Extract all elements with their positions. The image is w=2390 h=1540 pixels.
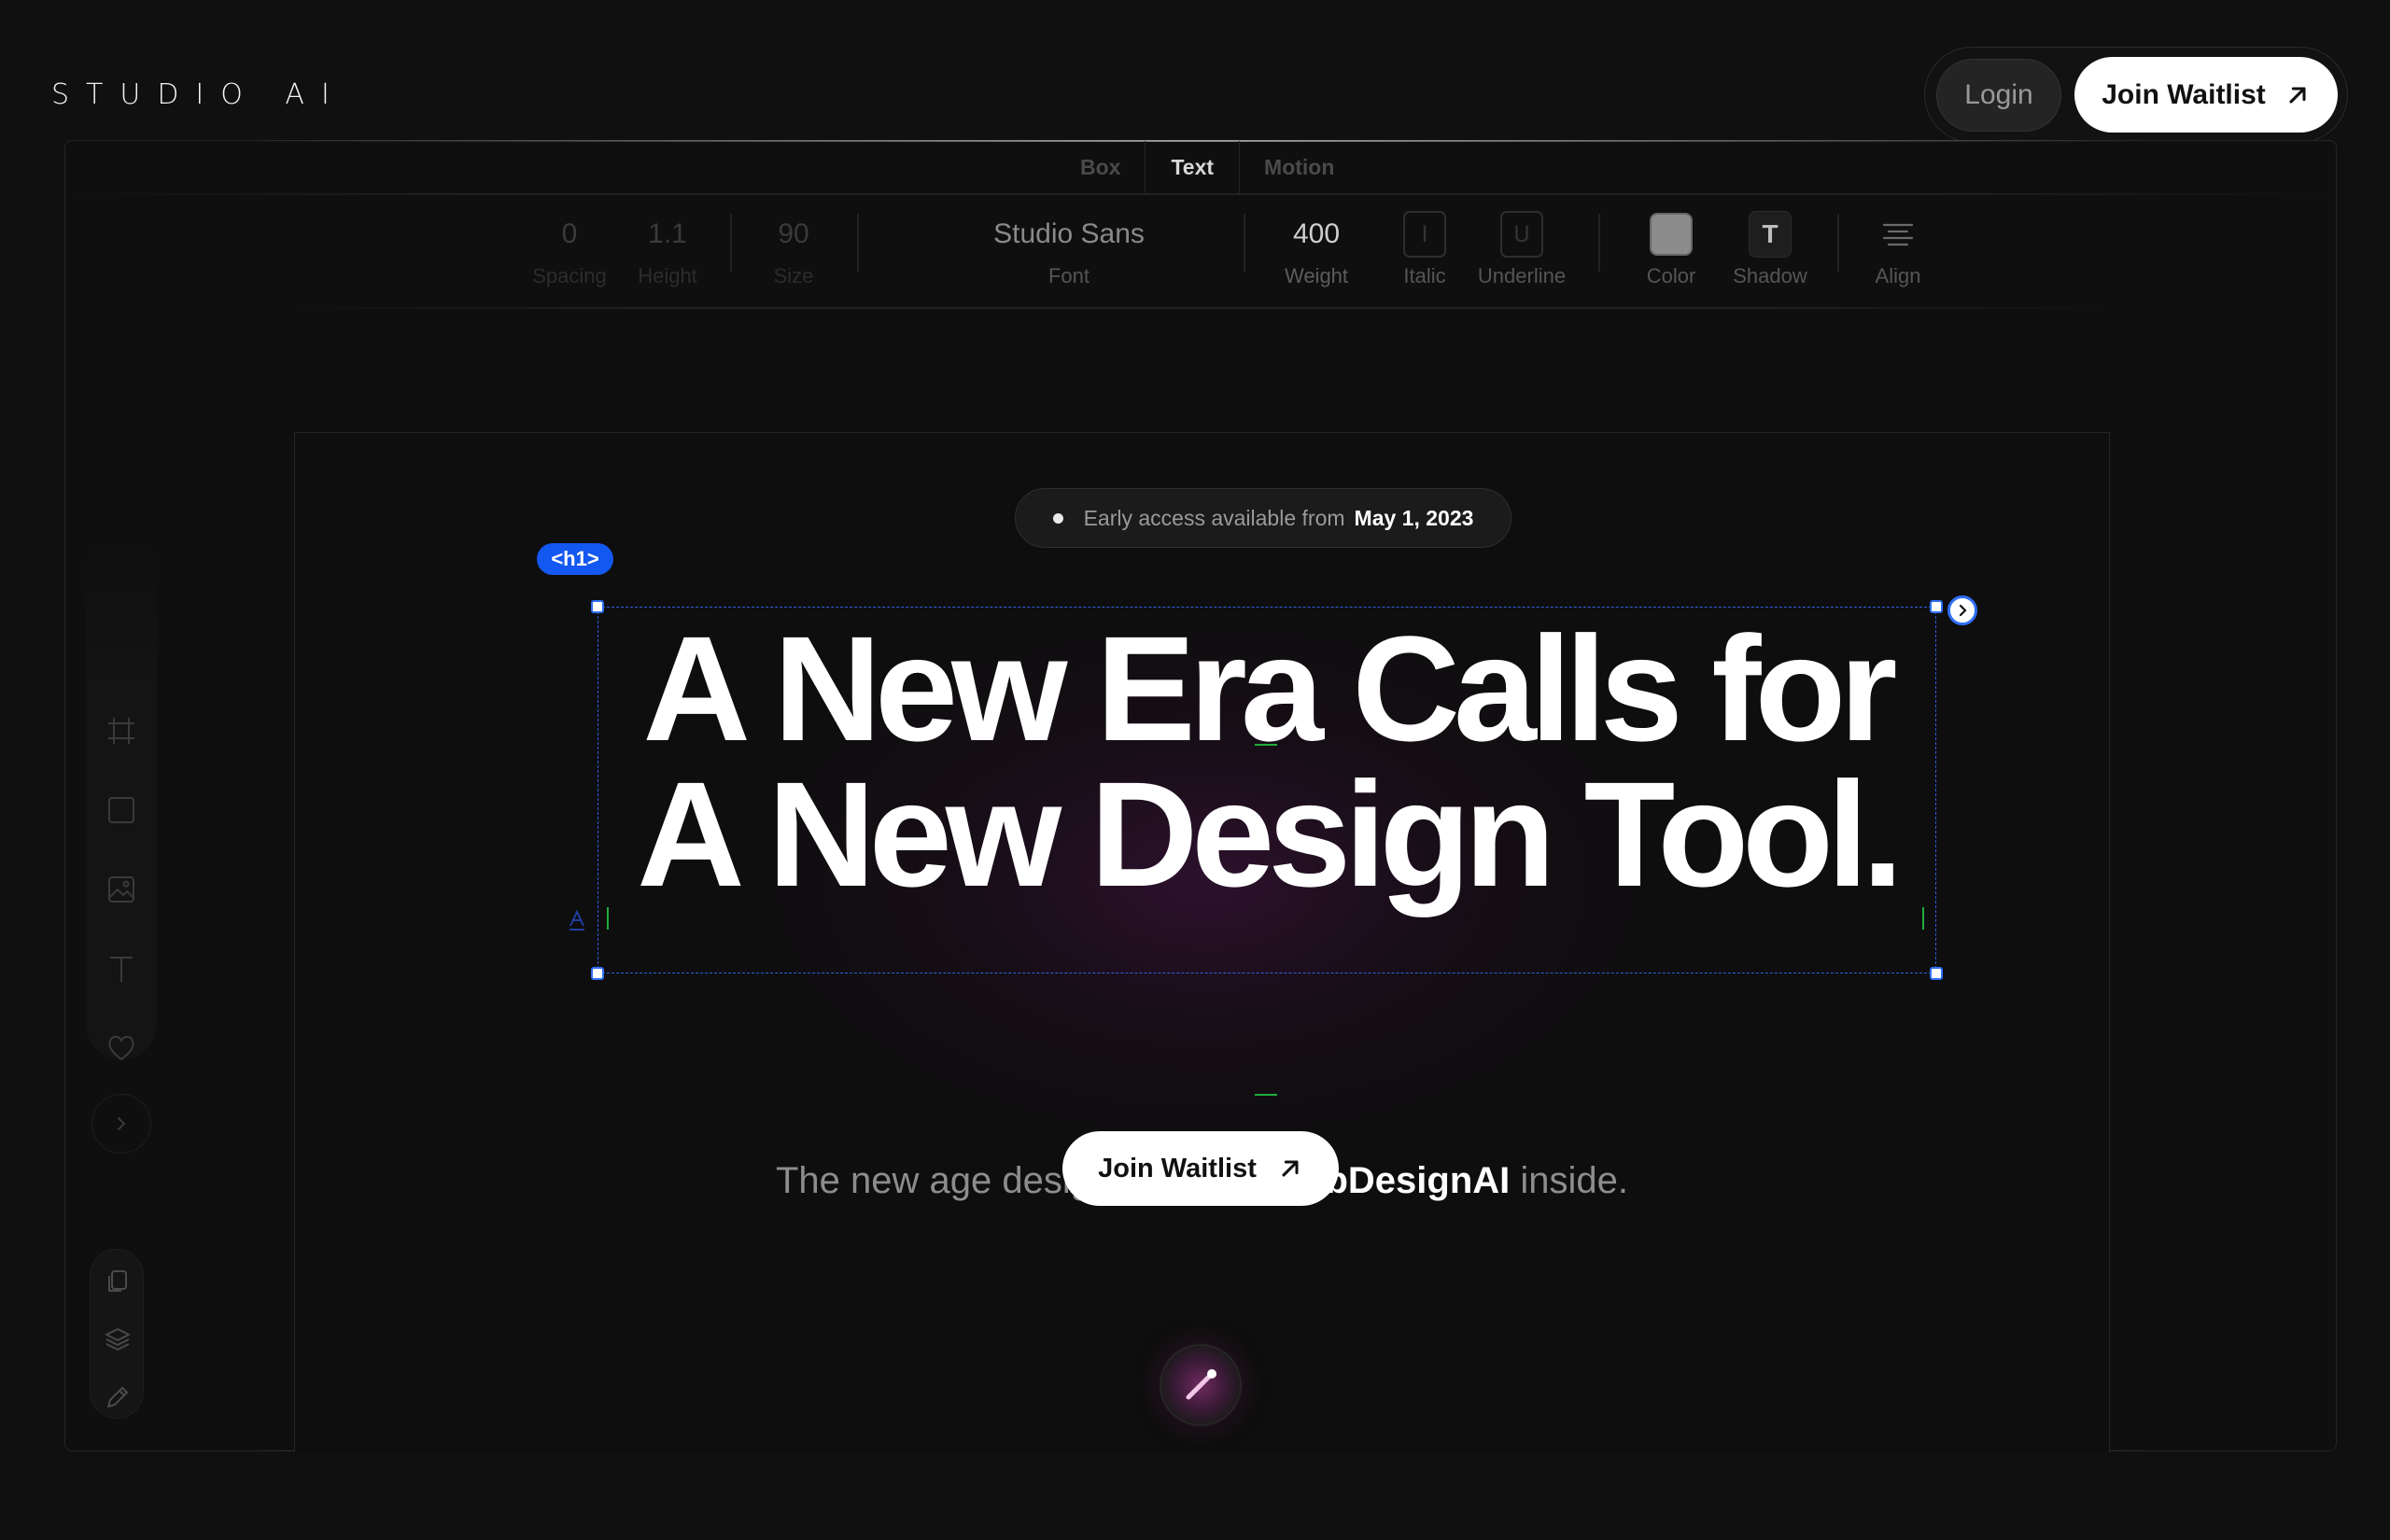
selection-box bbox=[598, 607, 1936, 973]
tab-motion[interactable]: Motion bbox=[1240, 141, 1358, 193]
font-value: Studio Sans bbox=[993, 218, 1145, 249]
text-icon[interactable] bbox=[106, 954, 136, 984]
layers-icon[interactable] bbox=[105, 1326, 131, 1352]
spacing-guide-bottom bbox=[1255, 1094, 1277, 1096]
spacing-guide-left bbox=[607, 907, 609, 930]
magic-wand-icon bbox=[1186, 1369, 1216, 1400]
line-height-value: 1.1 bbox=[648, 218, 687, 249]
underline-toggle[interactable]: U Underline bbox=[1461, 206, 1582, 288]
pencil-icon[interactable] bbox=[105, 1384, 131, 1410]
color-control[interactable]: Color bbox=[1624, 206, 1718, 288]
tool-rail bbox=[86, 537, 157, 1154]
line-height-control[interactable]: 1.1 Height bbox=[621, 206, 714, 288]
weight-label: Weight bbox=[1284, 264, 1349, 287]
join-waitlist-label: Join Waitlist bbox=[2102, 78, 2266, 110]
divider bbox=[1837, 214, 1839, 272]
tab-box[interactable]: Box bbox=[1056, 141, 1145, 193]
align-center-icon bbox=[1882, 223, 1914, 246]
text-baseline-icon bbox=[569, 909, 584, 931]
next-element-button[interactable] bbox=[1947, 595, 1977, 625]
subheading-suffix: inside. bbox=[1520, 1160, 1629, 1201]
italic-toggle[interactable]: I Italic bbox=[1378, 206, 1471, 288]
tab-text[interactable]: Text bbox=[1145, 141, 1241, 193]
design-canvas[interactable]: Early access available from May 1, 2023 … bbox=[294, 432, 2110, 1452]
element-tag-label[interactable]: <h1> bbox=[537, 543, 613, 575]
join-waitlist-header-button[interactable]: Join Waitlist bbox=[2074, 57, 2338, 133]
resize-handle-bottom-left[interactable] bbox=[591, 967, 604, 980]
arrow-up-right-icon bbox=[1282, 1160, 1299, 1177]
cta-label: Join Waitlist bbox=[1098, 1153, 1257, 1183]
frame-icon[interactable] bbox=[106, 716, 136, 746]
shadow-icon: T bbox=[1749, 211, 1792, 258]
header-actions: Login Join Waitlist bbox=[1924, 47, 2348, 143]
size-value: 90 bbox=[778, 218, 809, 249]
spacing-label: Spacing bbox=[532, 264, 607, 287]
editor-window: Box Text Motion 0 Spacing 1.1 Height 90 … bbox=[64, 140, 2337, 1452]
early-access-badge: Early access available from May 1, 2023 bbox=[1015, 488, 1511, 548]
image-icon[interactable] bbox=[106, 875, 136, 904]
size-label: Size bbox=[773, 264, 814, 287]
divider bbox=[857, 214, 859, 272]
color-label: Color bbox=[1646, 264, 1696, 287]
logo[interactable]: STUDIO AI bbox=[51, 78, 346, 111]
toolbar-divider bbox=[289, 307, 2112, 309]
size-control[interactable]: 90 Size bbox=[747, 206, 840, 288]
chevron-right-icon bbox=[118, 1117, 126, 1130]
text-properties-toolbar: 0 Spacing 1.1 Height 90 Size Studio Sans… bbox=[65, 206, 2336, 309]
align-label: Align bbox=[1875, 264, 1921, 287]
resize-handle-bottom-right[interactable] bbox=[1930, 967, 1943, 980]
align-control[interactable]: Align bbox=[1851, 206, 1945, 288]
property-tabs: Box Text Motion bbox=[1056, 141, 1358, 193]
spacing-control[interactable]: 0 Spacing bbox=[518, 206, 621, 288]
resize-handle-top-left[interactable] bbox=[591, 600, 604, 613]
line-height-label: Height bbox=[638, 264, 697, 287]
tabs-divider bbox=[65, 193, 2336, 195]
status-dot bbox=[1052, 512, 1063, 524]
color-swatch bbox=[1650, 213, 1693, 256]
font-label: Font bbox=[1047, 264, 1090, 287]
badge-text: Early access available from bbox=[1083, 505, 1345, 530]
underline-label: Underline bbox=[1477, 264, 1567, 287]
weight-value: 400 bbox=[1292, 218, 1341, 249]
bottom-tool-rail bbox=[90, 1249, 144, 1419]
heart-icon[interactable] bbox=[106, 1033, 136, 1063]
underline-icon: U bbox=[1500, 211, 1543, 258]
spacing-guide-right bbox=[1922, 907, 1924, 930]
ai-assistant-button[interactable] bbox=[1160, 1344, 1242, 1426]
weight-control[interactable]: 400 Weight bbox=[1270, 206, 1363, 288]
chevron-right-icon bbox=[1959, 604, 1967, 617]
italic-label: Italic bbox=[1403, 264, 1446, 287]
arrow-up-right-icon bbox=[2289, 86, 2306, 104]
spacing-value: 0 bbox=[561, 218, 578, 249]
spacing-guide-top bbox=[1255, 744, 1277, 746]
rectangle-icon[interactable] bbox=[106, 795, 136, 825]
font-control[interactable]: Studio Sans Font bbox=[952, 206, 1186, 288]
shadow-label: Shadow bbox=[1733, 264, 1807, 287]
login-button[interactable]: Login bbox=[1936, 59, 2061, 132]
divider bbox=[1598, 214, 1600, 272]
badge-date: May 1, 2023 bbox=[1354, 505, 1474, 530]
join-waitlist-cta-button[interactable]: Join Waitlist bbox=[1062, 1131, 1339, 1206]
expand-tools-button[interactable] bbox=[91, 1094, 151, 1154]
resize-handle-top-right[interactable] bbox=[1930, 600, 1943, 613]
pages-icon[interactable] bbox=[105, 1268, 131, 1295]
divider bbox=[1244, 214, 1245, 272]
italic-icon: I bbox=[1403, 211, 1446, 258]
shadow-control[interactable]: T Shadow bbox=[1723, 206, 1817, 288]
divider bbox=[730, 214, 732, 272]
